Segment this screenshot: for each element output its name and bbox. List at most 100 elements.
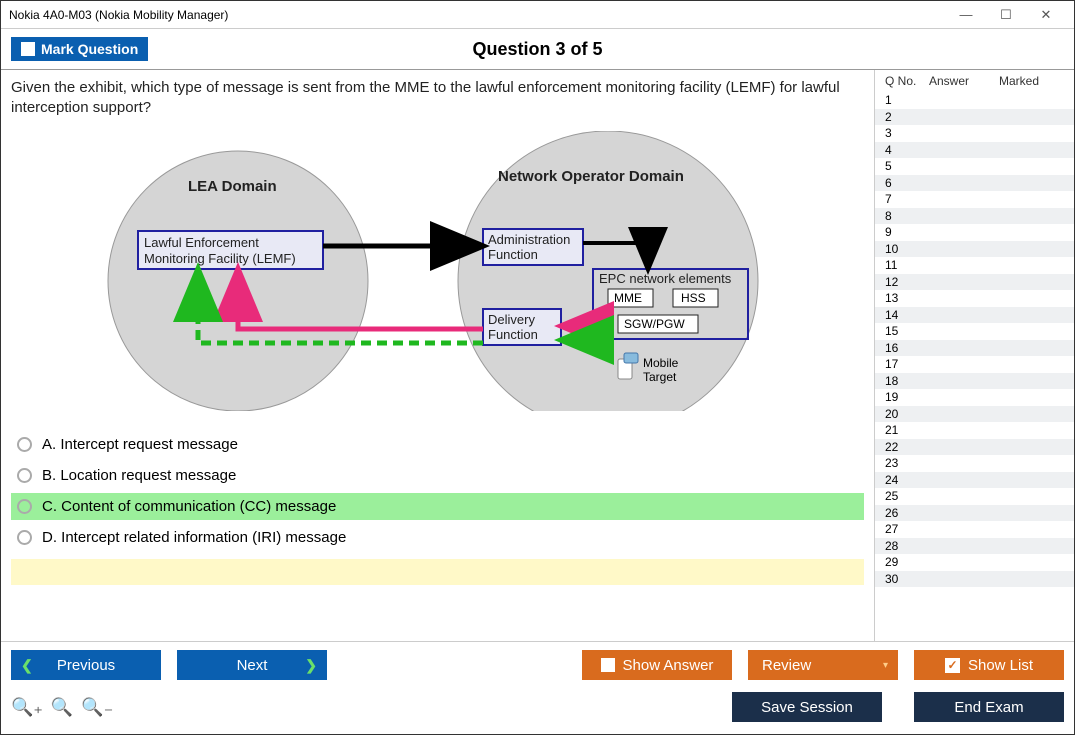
mark-label: Mark Question xyxy=(41,41,138,57)
svg-text:Delivery: Delivery xyxy=(488,312,535,327)
zoom-reset-icon[interactable]: 🔍 xyxy=(51,697,73,718)
checked-icon: ✓ xyxy=(945,658,960,673)
svg-text:SGW/PGW: SGW/PGW xyxy=(624,317,685,331)
main-area: Given the exhibit, which type of message… xyxy=(1,70,1074,641)
content-pane: Given the exhibit, which type of message… xyxy=(1,70,874,641)
list-row[interactable]: 17 xyxy=(875,356,1074,373)
list-row[interactable]: 18 xyxy=(875,373,1074,390)
list-row[interactable]: 25 xyxy=(875,488,1074,505)
zoom-out-icon[interactable]: 🔍₋ xyxy=(81,697,113,718)
svg-text:MME: MME xyxy=(614,291,642,305)
svg-text:Function: Function xyxy=(488,247,538,262)
list-row[interactable]: 22 xyxy=(875,439,1074,456)
answer-highlight-strip xyxy=(11,559,864,585)
side-header: Q No. Answer Marked xyxy=(875,70,1074,92)
radio-icon xyxy=(17,499,32,514)
list-row[interactable]: 8 xyxy=(875,208,1074,225)
next-button[interactable]: Next ❯ xyxy=(177,650,327,680)
minimize-button[interactable]: — xyxy=(946,5,986,25)
svg-text:Mobile: Mobile xyxy=(643,356,679,370)
list-row[interactable]: 12 xyxy=(875,274,1074,291)
option-a-label: A. Intercept request message xyxy=(42,436,238,453)
svg-text:Network Operator Domain: Network Operator Domain xyxy=(498,168,684,185)
save-session-button[interactable]: Save Session xyxy=(732,692,882,722)
options-list: A. Intercept request message B. Location… xyxy=(11,431,864,551)
question-scroll[interactable]: Given the exhibit, which type of message… xyxy=(1,70,874,641)
end-exam-label: End Exam xyxy=(954,699,1023,716)
radio-icon xyxy=(17,468,32,483)
list-row[interactable]: 3 xyxy=(875,125,1074,142)
list-row[interactable]: 27 xyxy=(875,521,1074,538)
col-answer: Answer xyxy=(929,74,999,88)
radio-icon xyxy=(17,530,32,545)
svg-text:Monitoring Facility (LEMF): Monitoring Facility (LEMF) xyxy=(144,251,296,266)
zoom-in-icon[interactable]: 🔍₊ xyxy=(11,697,43,718)
save-session-label: Save Session xyxy=(761,699,853,716)
list-row[interactable]: 4 xyxy=(875,142,1074,159)
list-row[interactable]: 5 xyxy=(875,158,1074,175)
svg-text:EPC network elements: EPC network elements xyxy=(599,271,732,286)
option-d-label: D. Intercept related information (IRI) m… xyxy=(42,529,346,546)
option-b-label: B. Location request message xyxy=(42,467,236,484)
previous-button[interactable]: ❮ Previous xyxy=(11,650,161,680)
question-counter: Question 3 of 5 xyxy=(1,39,1074,60)
chevron-left-icon: ❮ xyxy=(21,657,33,674)
svg-text:Lawful Enforcement: Lawful Enforcement xyxy=(144,235,259,250)
list-row[interactable]: 2 xyxy=(875,109,1074,126)
footer: ❮ Previous Next ❯ Show Answer Review ▾ ✓… xyxy=(1,641,1074,734)
question-text: Given the exhibit, which type of message… xyxy=(11,78,864,117)
list-row[interactable]: 16 xyxy=(875,340,1074,357)
list-row[interactable]: 13 xyxy=(875,290,1074,307)
list-row[interactable]: 19 xyxy=(875,389,1074,406)
list-row[interactable]: 20 xyxy=(875,406,1074,423)
option-b[interactable]: B. Location request message xyxy=(11,462,864,489)
list-row[interactable]: 10 xyxy=(875,241,1074,258)
list-row[interactable]: 26 xyxy=(875,505,1074,522)
list-row[interactable]: 15 xyxy=(875,323,1074,340)
svg-text:Function: Function xyxy=(488,327,538,342)
list-row[interactable]: 24 xyxy=(875,472,1074,489)
dropdown-arrow-icon: ▾ xyxy=(883,660,888,671)
list-row[interactable]: 1 xyxy=(875,92,1074,109)
window-title: Nokia 4A0-M03 (Nokia Mobility Manager) xyxy=(9,8,228,22)
list-row[interactable]: 23 xyxy=(875,455,1074,472)
list-row[interactable]: 9 xyxy=(875,224,1074,241)
option-d[interactable]: D. Intercept related information (IRI) m… xyxy=(11,524,864,551)
app-window: Nokia 4A0-M03 (Nokia Mobility Manager) —… xyxy=(0,0,1075,735)
close-button[interactable]: ✕ xyxy=(1026,5,1066,25)
radio-icon xyxy=(17,437,32,452)
header-row: Mark Question Question 3 of 5 xyxy=(1,29,1074,70)
next-label: Next xyxy=(237,657,268,674)
option-c-label: C. Content of communication (CC) message xyxy=(42,498,336,515)
col-qno: Q No. xyxy=(885,74,929,88)
list-row[interactable]: 11 xyxy=(875,257,1074,274)
show-list-button[interactable]: ✓ Show List xyxy=(914,650,1064,680)
show-answer-button[interactable]: Show Answer xyxy=(582,650,732,680)
list-row[interactable]: 6 xyxy=(875,175,1074,192)
list-row[interactable]: 21 xyxy=(875,422,1074,439)
list-row[interactable]: 30 xyxy=(875,571,1074,588)
mark-question-button[interactable]: Mark Question xyxy=(11,37,148,61)
previous-label: Previous xyxy=(57,657,115,674)
svg-text:Administration: Administration xyxy=(488,232,570,247)
svg-text:Target: Target xyxy=(643,370,677,384)
exhibit-diagram: LEA Domain Lawful Enforcement Monitoring… xyxy=(88,131,788,411)
option-c[interactable]: C. Content of communication (CC) message xyxy=(11,493,864,520)
list-row[interactable]: 14 xyxy=(875,307,1074,324)
col-marked: Marked xyxy=(999,74,1068,88)
side-scroll[interactable]: 1234567891011121314151617181920212223242… xyxy=(875,92,1074,641)
review-button[interactable]: Review ▾ xyxy=(748,650,898,680)
checkbox-icon xyxy=(601,658,615,672)
list-row[interactable]: 28 xyxy=(875,538,1074,555)
list-row[interactable]: 7 xyxy=(875,191,1074,208)
svg-text:LEA Domain: LEA Domain xyxy=(188,178,277,195)
maximize-button[interactable]: ☐ xyxy=(986,5,1026,25)
option-a[interactable]: A. Intercept request message xyxy=(11,431,864,458)
show-answer-label: Show Answer xyxy=(623,657,714,674)
end-exam-button[interactable]: End Exam xyxy=(914,692,1064,722)
list-row[interactable]: 29 xyxy=(875,554,1074,571)
question-list-panel: Q No. Answer Marked 12345678910111213141… xyxy=(874,70,1074,641)
title-bar: Nokia 4A0-M03 (Nokia Mobility Manager) —… xyxy=(1,1,1074,29)
chevron-right-icon: ❯ xyxy=(305,657,317,674)
show-list-label: Show List xyxy=(968,657,1033,674)
